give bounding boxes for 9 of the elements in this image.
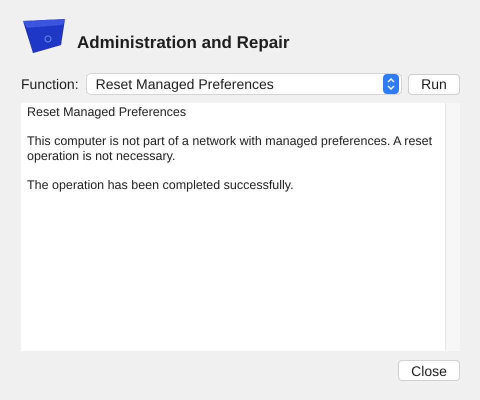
stepper-icon bbox=[383, 74, 399, 94]
log-text: Reset Managed Preferences bbox=[27, 105, 188, 120]
log-text: The operation has been completed successfully. bbox=[27, 178, 295, 193]
close-button[interactable]: Close bbox=[398, 360, 460, 381]
run-button[interactable]: Run bbox=[408, 74, 460, 94]
log-text: This computer is not part of a network with managed preferences. A reset operation is not necessary. bbox=[27, 134, 434, 164]
function-dropdown[interactable]: Reset Managed Preferences bbox=[86, 74, 401, 94]
window-title: Administration and Repair bbox=[77, 33, 290, 53]
function-label: Function: bbox=[21, 76, 79, 92]
